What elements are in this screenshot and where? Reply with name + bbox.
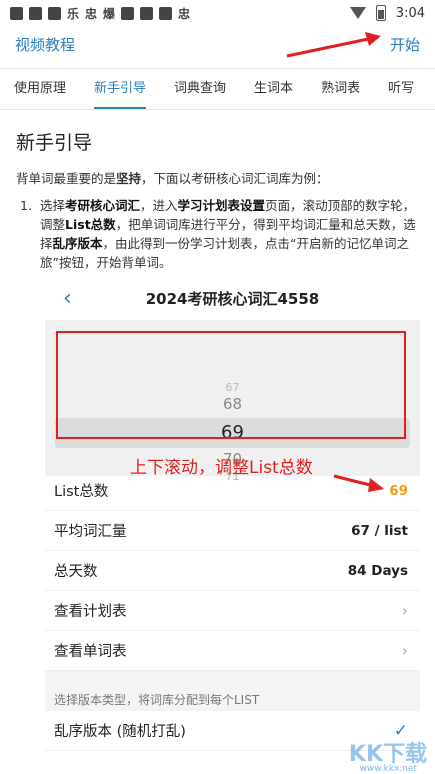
tab-0[interactable]: 使用原理 — [0, 69, 80, 109]
app-icon — [48, 6, 61, 20]
highlight-box — [56, 331, 406, 439]
row-label: 总天数 — [54, 564, 98, 580]
status-badge: 忠 — [85, 6, 98, 21]
status-bar: 乐 忠 爆 忠 3:04 — [0, 0, 435, 26]
step-keyword: List总数 — [65, 217, 116, 232]
plan-rows: List总数 69 平均词汇量 67 / list 总天数 84 Days 查看计划表 › 查看… — [45, 471, 420, 751]
chevron-right-icon: › — [401, 601, 408, 620]
step-keyword: 考研核心词汇 — [65, 198, 141, 213]
plan-settings-screenshot: ‹ 2024考研核心词汇4558 67 68 69 70 71 上下滚动，调整L… — [45, 278, 420, 774]
row-label: 查看计划表 — [54, 604, 127, 620]
tab-5[interactable]: 听写 — [374, 69, 428, 109]
step-fragment: 选择 — [40, 198, 66, 213]
status-badge: 爆 — [103, 6, 116, 21]
video-tutorial-link[interactable]: 视频教程 — [15, 34, 75, 55]
start-button[interactable]: 开始 — [390, 34, 420, 55]
section-gap — [45, 671, 420, 685]
tab-2[interactable]: 词典查询 — [160, 69, 240, 109]
row-label: 平均词汇量 — [54, 524, 127, 540]
row-label: List总数 — [54, 484, 109, 500]
red-arrow-icon — [333, 474, 384, 492]
red-arrow-icon — [286, 32, 381, 58]
status-badge: 忠 — [178, 6, 191, 21]
wifi-icon — [349, 7, 366, 19]
step-text: 选择考研核心词汇，进入学习计划表设置页面，滚动顶部的数字轮，调整List总数，把… — [40, 196, 419, 272]
plan-row: 平均词汇量 67 / list — [45, 511, 420, 551]
watermark-url: www.kkx.net — [359, 764, 418, 774]
row-value: 67 / list — [351, 522, 408, 539]
step-fragment: ，进入 — [140, 198, 178, 213]
guide-content: 新手引导 背单词最重要的是坚持，下面以考研核心词汇词库为例： 1. 选择考研核心… — [0, 128, 435, 272]
plan-title: 2024考研核心词汇4558 — [145, 290, 320, 308]
plan-header: ‹ 2024考研核心词汇4558 — [45, 278, 420, 321]
section-label: 选择版本类型，将词库分配到每个LIST — [45, 685, 420, 711]
step-number: 1. — [20, 198, 32, 213]
plan-row[interactable]: 查看单词表 › — [45, 631, 420, 671]
option-label: 乱序版本 (随机打乱) — [54, 724, 186, 740]
plan-row[interactable]: 查看计划表 › — [45, 591, 420, 631]
row-label: 查看单词表 — [54, 644, 127, 660]
plan-row: 总天数 84 Days — [45, 551, 420, 591]
tab-4[interactable]: 熟词表 — [307, 69, 374, 109]
app-icon — [121, 6, 135, 20]
battery-icon — [375, 5, 386, 21]
step-keyword: 乱序版本 — [52, 236, 103, 251]
step-keyword: 学习计划表设置 — [177, 198, 266, 213]
row-value: 84 Days — [347, 562, 408, 579]
app-icon — [140, 6, 154, 20]
notification-icon — [10, 6, 23, 20]
row-value: 69 — [389, 482, 408, 499]
app-icon — [159, 6, 173, 20]
page-title: 新手引导 — [16, 132, 93, 154]
app-icon — [29, 6, 42, 20]
tab-3[interactable]: 生词本 — [240, 69, 307, 109]
tab-bar: 使用原理 新手引导 词典查询 生词本 熟词表 听写 — [0, 68, 435, 110]
tab-1[interactable]: 新手引导 — [80, 69, 160, 109]
status-icons: 乐 忠 爆 忠 — [10, 5, 190, 22]
chevron-right-icon: › — [401, 641, 408, 660]
step-1: 1. 选择考研核心词汇，进入学习计划表设置页面，滚动顶部的数字轮，调整List总… — [20, 196, 419, 272]
clock: 3:04 — [395, 5, 425, 21]
status-badge: 乐 — [67, 6, 80, 21]
intro-text: 背单词最重要的是坚持，下面以考研核心词汇词库为例： — [16, 171, 329, 186]
